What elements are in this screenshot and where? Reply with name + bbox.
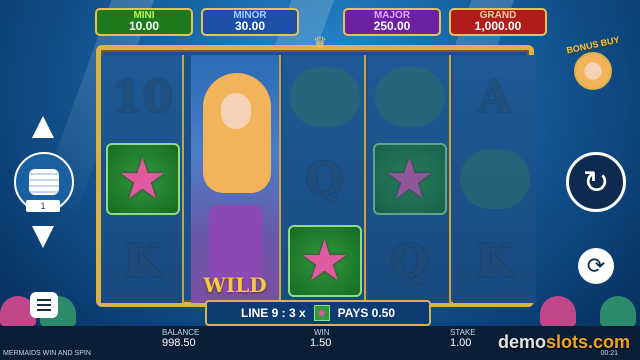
symbol-king: K [123, 235, 162, 287]
jackpot-grand: GRAND 1,000.00 [449, 8, 547, 36]
reel-cell: ★ [370, 139, 449, 219]
mermaid-face [221, 93, 251, 129]
mermaid-hair [203, 73, 271, 193]
wild-label: WILD [203, 273, 267, 297]
reel-cell: K [103, 221, 182, 301]
starfish-symbol: ★ [372, 143, 447, 215]
jackpot-major: MAJOR 250.00 [343, 8, 441, 36]
coral-decoration [600, 296, 636, 326]
line-win-text: LINE 9 : 3 x [240, 306, 306, 320]
bonus-buy-button[interactable]: BONUS BUY [563, 34, 623, 94]
refresh-icon: ↻ [582, 164, 610, 200]
symbol-king: K [475, 235, 514, 287]
starfish-icon: ★ [117, 147, 168, 210]
hamburger-menu-icon[interactable] [30, 292, 58, 318]
symbol-ten: 10 [111, 71, 174, 123]
reel-1: 10 ★ K [101, 55, 184, 303]
bet-increase-arrow-icon[interactable] [32, 116, 54, 138]
jackpot-mini: MINI 10.00 [95, 8, 193, 36]
game-scene: MINI 10.00 MINOR 30.00 MAJOR 250.00 GRAN… [0, 0, 640, 360]
watermark-suffix: slots.com [545, 332, 630, 352]
game-name: MERMAIDS WIN AND SPIN [3, 350, 91, 357]
reel-cell: A [455, 57, 534, 137]
autoplay-icon: ⟳ [586, 253, 606, 278]
win-value: 1.50 [310, 337, 332, 349]
reel-cell [455, 139, 534, 219]
reel-cell: ★ [103, 139, 182, 219]
coral-decoration [540, 296, 576, 326]
reel-cell: Q [285, 139, 364, 219]
bet-decrease-arrow-icon[interactable] [32, 226, 54, 248]
mermaid-portrait-icon [574, 52, 612, 90]
reel-4: ★ Q [368, 55, 451, 303]
turtle-symbol [374, 67, 445, 127]
symbol-queen: Q [305, 153, 344, 205]
starfish-symbol: ★ [287, 225, 362, 297]
symbol-ace: A [477, 71, 512, 123]
dolphin-symbol [289, 67, 360, 127]
spin-button[interactable]: ↻ [566, 152, 626, 212]
jackpot-minor-value: 30.00 [234, 19, 266, 33]
jackpot-mini-value: 10.00 [128, 19, 160, 33]
balance-value: 998.50 [162, 337, 196, 349]
starfish-symbol: ★ [105, 143, 180, 215]
starfish-icon: ★ [299, 229, 350, 292]
win-label: WIN [314, 328, 330, 337]
reel-frame: 10 ★ K WILD Q ★ ★ Q A K [96, 45, 536, 307]
starfish-icon: ★ [313, 305, 330, 321]
line-win-bar: LINE 9 : 3 x ★ PAYS 0.50 [205, 300, 431, 326]
autoplay-button[interactable]: ⟳ [578, 248, 614, 284]
frame-crown-icon: ♛ [312, 35, 328, 52]
reel-cell [285, 57, 364, 137]
symbol-queen: Q [390, 235, 429, 287]
jackpot-major-value: 250.00 [373, 19, 411, 33]
jackpot-grand-value: 1,000.00 [474, 19, 522, 33]
watermark-prefix: demo [497, 332, 546, 352]
coin-stack-icon [29, 169, 59, 195]
reel-cell: K [455, 221, 534, 301]
stake-label: STAKE [450, 328, 476, 337]
balance-label: BALANCE [162, 328, 200, 337]
reel-5: A K [453, 55, 536, 303]
reel-3: Q ★ [283, 55, 366, 303]
bet-level-value: 1 [26, 200, 60, 212]
line-pays-text: PAYS 0.50 [337, 306, 396, 320]
stake-value: 1.00 [450, 337, 472, 349]
dolphin-symbol [459, 149, 530, 209]
starfish-icon: ★ [384, 147, 435, 210]
bottom-info-bar: BALANCE 998.50 WIN 1.50 STAKE 1.00 MERMA… [0, 326, 640, 360]
reel-cell: Q [370, 221, 449, 301]
reel-cell [370, 57, 449, 137]
watermark: demoslots.com [498, 332, 630, 353]
wild-mermaid-reel: WILD [191, 55, 281, 303]
jackpot-minor: MINOR 30.00 [201, 8, 299, 36]
reel-cell: ★ [285, 221, 364, 301]
reel-cell: 10 [103, 57, 182, 137]
